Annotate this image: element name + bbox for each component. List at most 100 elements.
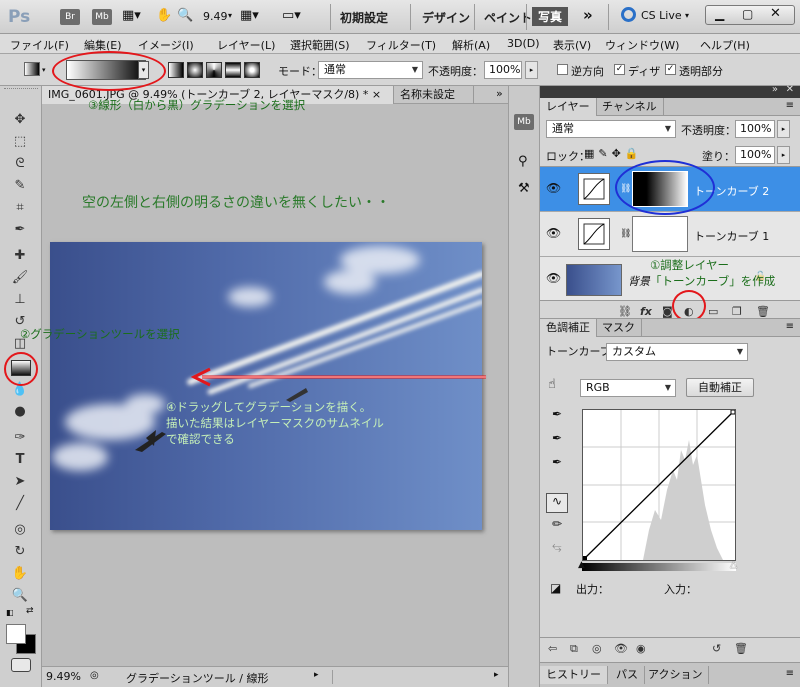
toggle-visibility-icon[interactable]: 👁: [614, 642, 628, 655]
hand-tool-icon[interactable]: ✋: [11, 566, 29, 582]
tab-actions[interactable]: アクション: [642, 666, 710, 684]
delete-layer-icon[interactable]: 🗑: [756, 305, 770, 318]
menu-analysis[interactable]: 解析(A): [452, 37, 490, 53]
delete-adjustment-icon[interactable]: 🗑: [734, 642, 748, 655]
menu-window[interactable]: ウィンドウ(W): [605, 37, 679, 53]
dodge-tool-icon[interactable]: ●: [11, 404, 29, 420]
on-image-adjust-icon[interactable]: ☝: [548, 377, 556, 392]
extras-icon[interactable]: ▦▾: [122, 8, 141, 23]
lock-icons[interactable]: ▦✎✥🔒: [584, 147, 643, 160]
bridge-button[interactable]: Br: [60, 9, 80, 25]
arrange-documents-icon[interactable]: ▦▾: [240, 8, 259, 23]
workspace-paint[interactable]: ペイント: [484, 9, 532, 26]
maximize-icon[interactable]: ▢: [742, 7, 753, 21]
preset-select[interactable]: カスタム: [606, 343, 748, 361]
status-icon[interactable]: ◎: [90, 670, 99, 681]
tab-paths[interactable]: パス: [610, 666, 645, 684]
reverse-checkbox[interactable]: [557, 64, 568, 75]
angle-gradient-icon[interactable]: [206, 62, 222, 78]
clip-to-layer-icon[interactable]: ◎: [592, 642, 602, 655]
tab-overflow-icon[interactable]: »: [496, 87, 503, 100]
tool-preset-icon[interactable]: [24, 62, 40, 76]
curves-graph[interactable]: [582, 409, 736, 561]
tab-layers[interactable]: レイヤー: [540, 98, 597, 116]
return-icon[interactable]: ⇦: [548, 642, 557, 655]
more-workspaces-icon[interactable]: »: [583, 6, 593, 24]
healing-brush-tool-icon[interactable]: ✚: [11, 248, 29, 264]
fill-slider[interactable]: ▸: [777, 146, 790, 164]
workspace-essentials[interactable]: 初期設定: [340, 9, 388, 26]
close-icon[interactable]: ✕: [770, 6, 781, 21]
panel-close-icon[interactable]: ✕: [786, 84, 794, 95]
info-panel-icon[interactable]: ⚲: [518, 154, 528, 169]
cslive-label[interactable]: CS Live: [641, 9, 682, 22]
panel-menu-icon[interactable]: ≡: [786, 668, 794, 679]
link-layers-icon[interactable]: ⛓: [618, 305, 632, 318]
black-slider-icon[interactable]: ▲: [578, 560, 585, 570]
visibility-eye-icon[interactable]: 👁: [546, 271, 561, 285]
channel-select[interactable]: RGB: [580, 379, 676, 397]
tool-presets-icon[interactable]: ⚒: [518, 181, 530, 196]
menu-3d[interactable]: 3D(D): [507, 37, 540, 50]
black-point-eyedropper-icon[interactable]: ✒: [552, 407, 562, 421]
status-menu-icon[interactable]: ▸: [314, 670, 319, 680]
workspace-photo[interactable]: 写真: [532, 7, 569, 26]
zoom-tool-icon[interactable]: 🔍: [11, 588, 29, 604]
eyedropper-tool-icon[interactable]: ✒: [11, 222, 29, 238]
menu-filter[interactable]: フィルター(T): [366, 37, 436, 53]
clipping-warning-icon[interactable]: ◪: [550, 581, 561, 595]
tab-masks[interactable]: マスク: [596, 319, 642, 337]
foreground-color-swatch[interactable]: [6, 624, 26, 644]
document-tab-untitled[interactable]: 名称未設定: [394, 86, 474, 104]
panel-menu-icon[interactable]: ≡: [786, 321, 794, 332]
move-tool-icon[interactable]: ✥: [11, 112, 29, 128]
new-layer-icon[interactable]: ❐: [732, 305, 742, 318]
layer-style-icon[interactable]: fx: [640, 305, 652, 318]
tool-preset-dropdown-icon[interactable]: ▾: [42, 66, 46, 74]
blend-mode-select[interactable]: 通常: [546, 120, 676, 138]
workspace-design[interactable]: デザイン: [422, 9, 470, 26]
layer-row-tonecurve-1[interactable]: 👁 ⛓ トーンカーブ 1: [540, 212, 800, 257]
radial-gradient-icon[interactable]: [187, 62, 203, 78]
view-previous-icon[interactable]: ◉: [636, 642, 646, 655]
quick-selection-tool-icon[interactable]: ✎: [11, 178, 29, 194]
gray-point-eyedropper-icon[interactable]: ✒: [552, 431, 562, 445]
menu-file[interactable]: ファイル(F): [10, 37, 69, 53]
hand-icon[interactable]: ✋: [156, 8, 172, 23]
quick-mask-icon[interactable]: [11, 658, 31, 672]
menu-view[interactable]: 表示(V): [553, 37, 591, 53]
minibridge-button[interactable]: Mb: [92, 9, 112, 25]
transparency-checkbox[interactable]: ✓: [665, 64, 676, 75]
diamond-gradient-icon[interactable]: [244, 62, 260, 78]
visibility-eye-icon[interactable]: 👁: [546, 181, 561, 195]
mode-select[interactable]: 通常: [318, 61, 423, 79]
3d-rotate-tool-icon[interactable]: ◎: [11, 522, 29, 538]
new-group-icon[interactable]: ▭: [708, 305, 718, 318]
zoom-icon[interactable]: 🔍: [177, 8, 193, 23]
auto-button[interactable]: 自動補正: [686, 378, 754, 397]
panel-grip[interactable]: [4, 88, 38, 92]
crop-tool-icon[interactable]: ⌗: [11, 200, 29, 216]
menu-image[interactable]: イメージ(I): [138, 37, 194, 53]
visibility-eye-icon[interactable]: 👁: [546, 226, 561, 240]
reset-icon[interactable]: ↺: [712, 642, 721, 655]
white-point-eyedropper-icon[interactable]: ✒: [552, 455, 562, 469]
white-slider-icon[interactable]: △: [730, 560, 737, 570]
layer-name[interactable]: トーンカーブ 1: [694, 228, 769, 244]
clone-stamp-tool-icon[interactable]: ⊥: [11, 292, 29, 308]
smooth-icon[interactable]: ⥃: [552, 539, 562, 554]
menu-help[interactable]: ヘルプ(H): [700, 37, 750, 53]
minimize-icon[interactable]: ▁: [715, 7, 724, 21]
screen-mode-icon[interactable]: ▭▾: [282, 8, 301, 23]
curve-edit-icon[interactable]: ∿: [546, 493, 568, 513]
default-colors-icon[interactable]: ◧: [6, 608, 16, 617]
3d-orbit-tool-icon[interactable]: ↻: [11, 544, 29, 560]
linear-gradient-icon[interactable]: [168, 62, 184, 78]
tab-channels[interactable]: チャンネル: [596, 98, 664, 116]
collapse-icon[interactable]: »: [772, 84, 778, 95]
layer-name[interactable]: 背景: [628, 273, 650, 289]
brush-tool-icon[interactable]: 🖌: [11, 270, 29, 286]
lasso-tool-icon[interactable]: ᘓ: [11, 156, 29, 172]
panel-menu-icon[interactable]: ≡: [786, 100, 794, 111]
dither-checkbox[interactable]: ✓: [614, 64, 625, 75]
